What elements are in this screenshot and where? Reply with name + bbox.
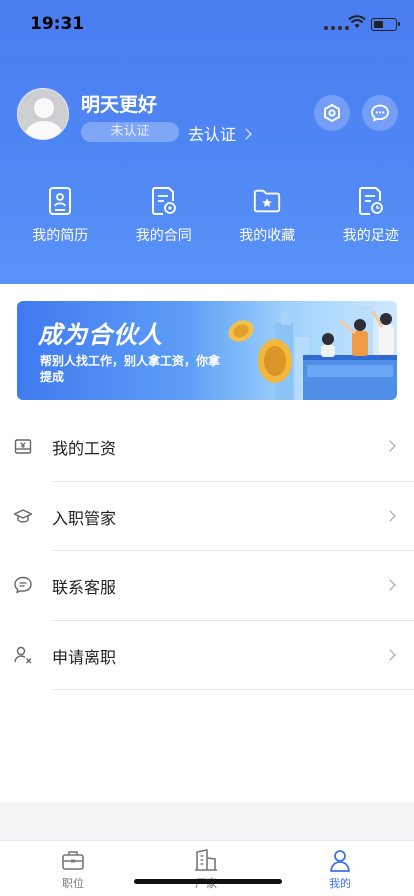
avatar[interactable] (17, 88, 69, 140)
resume-icon (49, 187, 72, 215)
gear-icon (324, 104, 340, 122)
person-icon (330, 850, 350, 872)
building-icon (195, 849, 217, 871)
partner-banner[interactable]: 成为合伙人 帮别人找工作，别人拿工资，你拿提成 (17, 301, 397, 400)
go-verify-link[interactable]: 去认证 (188, 121, 252, 145)
shortcut-grid: 我的简历 我的合同 我的收藏 我的足迹 (0, 186, 414, 245)
menu-item-salary[interactable]: 我的工资 (0, 412, 414, 482)
chevron-right-icon (240, 127, 252, 140)
shortcut-label: 我的足迹 (342, 228, 399, 244)
menu-item-label: 我的工资 (52, 439, 117, 458)
shortcut-favorites[interactable]: 我的收藏 (224, 186, 311, 245)
shortcut-history[interactable]: 我的足迹 (328, 186, 414, 245)
menu-item-onboarding[interactable]: 入职管家 (0, 482, 414, 551)
shortcut-contract[interactable]: 我的合同 (121, 186, 208, 245)
verification-status-badge: 未认证 (81, 122, 179, 142)
chevron-right-icon (384, 440, 396, 452)
tab-label: 我的 (329, 877, 351, 890)
status-time: 19:31 (30, 14, 85, 34)
chevron-right-icon (384, 648, 396, 661)
partner-illustration (228, 306, 397, 400)
shortcut-label: 我的简历 (32, 228, 89, 244)
resign-icon (14, 646, 32, 663)
briefcase-icon (62, 851, 84, 870)
menu-item-label: 联系客服 (52, 578, 117, 597)
home-indicator (134, 879, 282, 884)
salary-icon (14, 439, 32, 454)
banner-title: 成为合伙人 (38, 321, 163, 349)
menu-item-label: 入职管家 (52, 508, 117, 528)
settings-button[interactable] (314, 95, 350, 131)
menu-item-customer-service[interactable]: 联系客服 (0, 551, 414, 621)
tab-jobs[interactable]: 职位 (43, 847, 103, 891)
history-icon (358, 187, 383, 215)
shortcut-resume[interactable]: 我的简历 (17, 186, 104, 245)
settings-menu: 我的工资 入职管家 联系客服 申请离职 (0, 412, 414, 690)
user-name: 明天更好 (81, 94, 158, 116)
chat-bubble-icon (371, 104, 389, 122)
menu-item-label: 申请离职 (52, 647, 117, 667)
wifi-icon (348, 15, 366, 28)
go-verify-label: 去认证 (188, 125, 237, 144)
shortcut-label: 我的收藏 (239, 228, 296, 244)
shortcut-label: 我的合同 (135, 228, 192, 244)
bottom-spacer (0, 802, 414, 840)
banner-subtitle: 帮别人找工作，别人拿工资，你拿提成 (40, 354, 221, 384)
favorites-folder-icon (254, 189, 281, 213)
chevron-right-icon (384, 579, 396, 591)
signal-icon (324, 26, 349, 30)
onboarding-icon (13, 508, 33, 523)
tab-factory[interactable]: 厂家 (176, 847, 236, 891)
status-bar: 19:31 (0, 0, 414, 50)
tab-mine[interactable]: 我的 (310, 847, 370, 891)
contract-icon (151, 187, 176, 215)
chevron-right-icon (384, 509, 396, 522)
messages-button[interactable] (362, 95, 398, 131)
battery-icon (371, 18, 400, 31)
customer-service-icon (14, 576, 32, 594)
menu-item-resign[interactable]: 申请离职 (0, 621, 414, 690)
tab-label: 职位 (62, 877, 84, 890)
tab-bar: 职位 厂家 我的 (0, 840, 414, 896)
